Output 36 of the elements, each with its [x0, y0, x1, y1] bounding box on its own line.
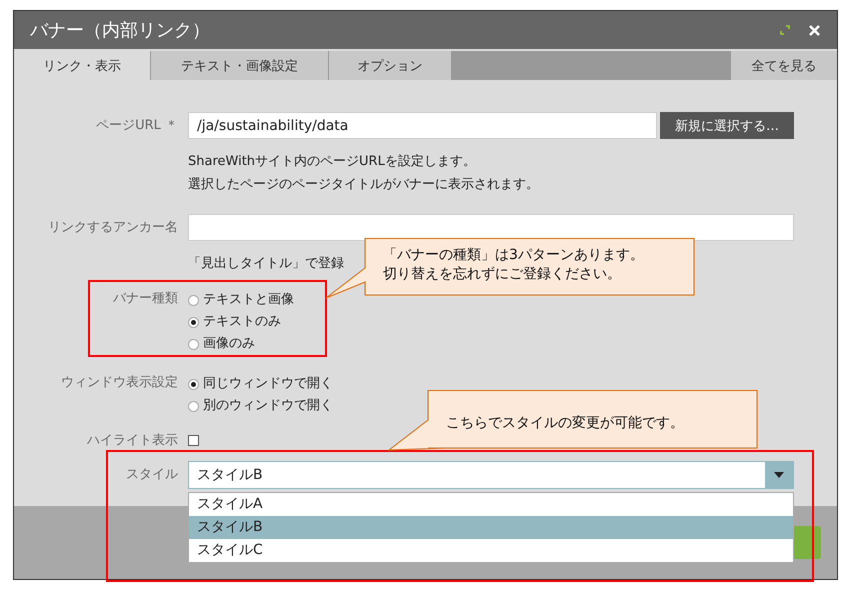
radio-button[interactable] [188, 316, 199, 328]
field-label: スタイル [125, 466, 178, 484]
radio-button[interactable] [188, 378, 199, 390]
field-label: ページURL ＊ [95, 117, 178, 135]
option-label: テキストと画像 [203, 291, 294, 309]
radio-button[interactable] [188, 400, 199, 412]
help-text: ShareWithサイト内のページURLを設定します。 選択したページのページタイトルがバナーに表示されます。 [188, 153, 540, 194]
caret-icon [774, 472, 784, 478]
option-label: テキストのみ [203, 313, 281, 331]
url-field[interactable]: /ja/sustainability/data [188, 112, 657, 139]
anchor-field[interactable] [188, 214, 794, 241]
option-label: 別のウィンドウで開く [203, 397, 333, 415]
select-new-button[interactable]: 新規に選択する… [660, 112, 794, 139]
tab[interactable]: テキスト・画像設定 [151, 51, 329, 80]
expand-icon[interactable] [780, 25, 790, 35]
field-label: ウィンドウ表示設定 [60, 374, 178, 392]
radio-button[interactable] [188, 338, 199, 350]
dropdown-option[interactable]: スタイルB [189, 516, 793, 539]
checkbox[interactable] [188, 435, 199, 446]
style-dropdown[interactable]: スタイルB [188, 461, 794, 489]
option-label: 画像のみ [203, 335, 255, 353]
tab[interactable]: リンク・表示 [14, 51, 151, 80]
field-label: リンクするアンカー名 [47, 219, 178, 237]
dropdown-option[interactable]: スタイルA [189, 493, 793, 516]
callout-text: こちらでスタイルの変更が可能です。 [446, 414, 684, 433]
close-icon[interactable] [808, 24, 821, 36]
field-label: ハイライト表示 [86, 432, 178, 450]
dropdown-option[interactable]: スタイルC [189, 539, 793, 562]
view-all-tab[interactable]: 全てを見る [730, 51, 837, 80]
window-title: バナー（内部リンク） [30, 19, 211, 42]
help-text: 「見出しタイトル」で登録 [188, 256, 344, 271]
radio-button[interactable] [188, 294, 199, 306]
option-label: 同じウィンドウで開く [203, 375, 333, 393]
callout-text: 「バナーの種類」は3パターンあります。 切り替えを忘れずにご登録ください。 [383, 246, 644, 284]
tab[interactable]: オプション [329, 51, 452, 80]
field-label: バナー種類 [112, 290, 178, 308]
